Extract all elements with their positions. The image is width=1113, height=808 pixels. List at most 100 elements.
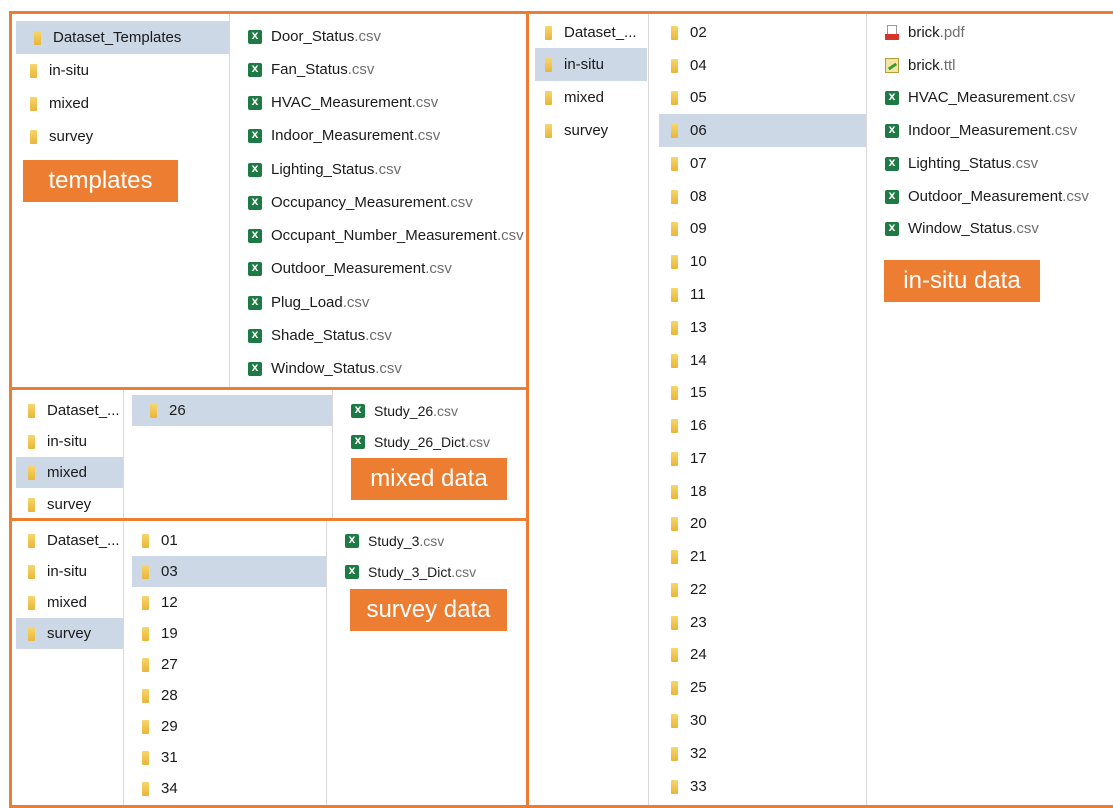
folder-icon	[671, 353, 678, 368]
folder-item[interactable]: 25	[649, 671, 866, 704]
folder-item[interactable]: 21	[649, 540, 866, 573]
file-item[interactable]: brick .ttl	[867, 49, 1113, 82]
folder-item[interactable]: 04	[649, 49, 866, 82]
file-item[interactable]: X Outdoor_Measurement .csv	[867, 180, 1113, 213]
file-item[interactable]: X Fan_Status .csv	[230, 53, 526, 86]
folder-icon	[671, 254, 678, 269]
in-situ-data-label: in-situ data	[884, 260, 1040, 302]
folder-icon	[671, 582, 678, 597]
file-item[interactable]: X Study_26 .csv	[333, 395, 526, 426]
nav-item-survey[interactable]: survey	[12, 489, 123, 518]
folder-item[interactable]: 32	[649, 737, 866, 770]
file-item[interactable]: X HVAC_Measurement .csv	[230, 86, 526, 119]
folder-item[interactable]: 10	[649, 245, 866, 278]
nav-item-in-situ[interactable]: in-situ	[535, 48, 647, 81]
folder-icon	[142, 533, 149, 548]
folder-icon	[28, 564, 35, 579]
folder-icon	[671, 156, 678, 171]
folder-item[interactable]: 17	[649, 442, 866, 475]
survey-panel: Dataset_... in-situ mixed survey 01 03 1…	[9, 518, 529, 808]
file-item[interactable]: X Lighting_Status .csv	[230, 153, 526, 186]
folder-item[interactable]: 20	[649, 507, 866, 540]
file-item[interactable]: X Indoor_Measurement .csv	[230, 119, 526, 152]
nav-item-mixed[interactable]: mixed	[12, 587, 123, 618]
file-item[interactable]: X Window_Status .csv	[867, 212, 1113, 245]
excel-file-icon: X	[345, 564, 359, 579]
folder-item[interactable]: 12	[124, 587, 326, 618]
folder-item[interactable]: 30	[649, 704, 866, 737]
folder-item[interactable]: 15	[649, 376, 866, 409]
nav-item-dataset[interactable]: Dataset_...	[529, 16, 648, 49]
folder-icon	[671, 680, 678, 695]
templates-panel: Dataset_Templates in-situ mixed survey X…	[9, 11, 529, 390]
folder-item[interactable]: 06	[659, 114, 866, 147]
folder-item[interactable]: 05	[649, 81, 866, 114]
excel-file-icon: X	[248, 195, 262, 210]
folder-item[interactable]: 29	[124, 711, 326, 742]
folder-icon	[671, 287, 678, 302]
file-item[interactable]: brick .pdf	[867, 16, 1113, 49]
nav-item-dataset[interactable]: Dataset_...	[12, 395, 123, 426]
nav-item-in-situ[interactable]: in-situ	[12, 426, 123, 457]
file-item[interactable]: X Lighting_Status .csv	[867, 147, 1113, 180]
folder-item[interactable]: 28	[124, 680, 326, 711]
folder-item[interactable]: 22	[649, 573, 866, 606]
file-item[interactable]: X Outdoor_Measurement .csv	[230, 252, 526, 285]
folder-item[interactable]: 19	[124, 618, 326, 649]
folder-item[interactable]: 18	[649, 475, 866, 508]
folder-item[interactable]: 07	[649, 147, 866, 180]
folder-icon	[671, 25, 678, 40]
file-item[interactable]: X Study_3 .csv	[327, 525, 526, 556]
file-item[interactable]: X Study_3_Dict .csv	[327, 556, 526, 587]
folder-item[interactable]: 31	[124, 742, 326, 773]
file-item[interactable]: X Study_26_Dict .csv	[333, 426, 526, 457]
file-item[interactable]: X Shade_Status .csv	[230, 319, 526, 352]
folder-item[interactable]: 13	[649, 311, 866, 344]
folder-item[interactable]: 16	[649, 409, 866, 442]
folder-item[interactable]: 03	[132, 556, 326, 587]
folder-item[interactable]: 14	[649, 344, 866, 377]
folder-item[interactable]: 11	[649, 278, 866, 311]
folder-icon	[28, 403, 35, 418]
file-item[interactable]: X Plug_Load .csv	[230, 286, 526, 319]
nav-item-in-situ[interactable]: in-situ	[12, 556, 123, 587]
nav-item-mixed[interactable]: mixed	[529, 81, 648, 114]
folder-icon	[671, 418, 678, 433]
nav-item-survey[interactable]: survey	[12, 120, 229, 153]
folder-icon	[28, 497, 35, 512]
nav-item-survey[interactable]: survey	[529, 114, 648, 147]
folder-item[interactable]: 23	[649, 606, 866, 639]
in-situ-folder-pane: 02 04 05 06 07 08 09 10 11 13 14 15 16 1…	[649, 14, 867, 805]
nav-item-dataset[interactable]: Dataset_...	[12, 525, 123, 556]
ttl-file-icon	[885, 58, 899, 73]
in-situ-panel: Dataset_... in-situ mixed survey 02 04 0…	[526, 11, 1113, 808]
file-item[interactable]: X Indoor_Measurement .csv	[867, 114, 1113, 147]
folder-icon	[671, 58, 678, 73]
nav-item-mixed[interactable]: mixed	[12, 87, 229, 120]
file-item[interactable]: X Occupancy_Measurement .csv	[230, 186, 526, 219]
excel-file-icon: X	[248, 29, 262, 44]
folder-item[interactable]: 02	[649, 16, 866, 49]
nav-item-dataset-templates[interactable]: Dataset_Templates	[16, 21, 229, 54]
folder-item[interactable]: 01	[124, 525, 326, 556]
folder-icon	[671, 647, 678, 662]
folder-item[interactable]: 09	[649, 212, 866, 245]
mixed-folder-pane: 26	[124, 390, 333, 518]
folder-icon	[30, 63, 37, 78]
file-item[interactable]: X Occupant_Number_Measurement .csv	[230, 219, 526, 252]
folder-item[interactable]: 34	[124, 773, 326, 804]
file-item[interactable]: X Door_Status .csv	[230, 20, 526, 53]
folder-item[interactable]: 26	[132, 395, 332, 426]
folder-item[interactable]: 27	[124, 649, 326, 680]
nav-item-in-situ[interactable]: in-situ	[12, 54, 229, 87]
folder-icon	[671, 90, 678, 105]
excel-file-icon: X	[248, 62, 262, 77]
nav-item-mixed[interactable]: mixed	[16, 457, 123, 488]
file-item[interactable]: X HVAC_Measurement .csv	[867, 81, 1113, 114]
folder-item[interactable]: 33	[649, 770, 866, 803]
folder-item[interactable]: 08	[649, 180, 866, 213]
file-item[interactable]: X Window_Status .csv	[230, 352, 526, 385]
folder-item[interactable]: 24	[649, 638, 866, 671]
nav-item-survey[interactable]: survey	[16, 618, 123, 649]
folder-icon	[28, 533, 35, 548]
